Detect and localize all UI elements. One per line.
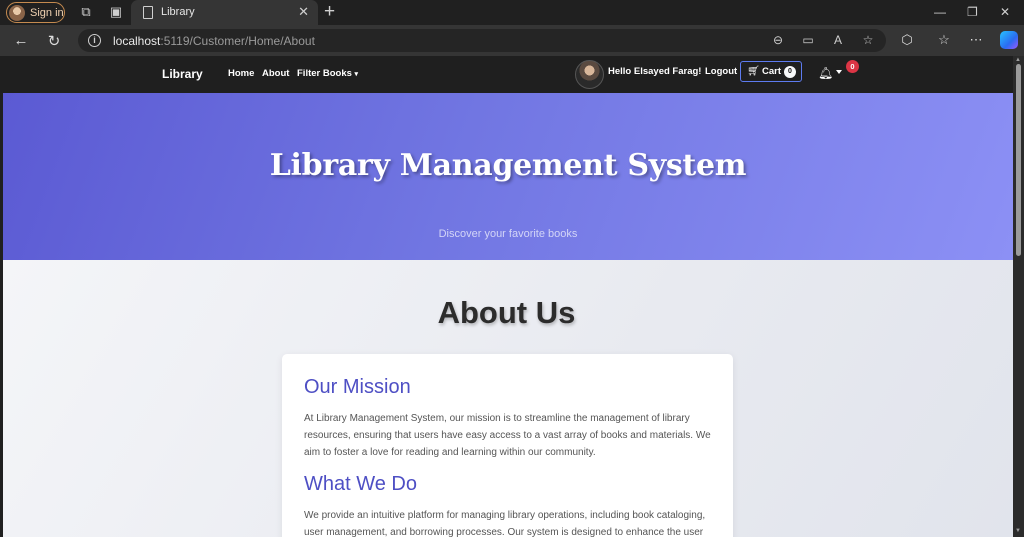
- window-close-icon[interactable]: ✕: [1000, 5, 1010, 19]
- whatwedo-text: We provide an intuitive platform for man…: [304, 510, 706, 537]
- signin-button[interactable]: Sign in: [6, 2, 65, 23]
- new-tab-icon[interactable]: +: [324, 1, 335, 23]
- back-icon[interactable]: ←: [12, 32, 30, 49]
- signin-label: Sign in: [30, 6, 64, 19]
- address-toolbar: ← ↻ i localhost:5119/Customer/Home/About…: [0, 25, 1024, 56]
- browser-titlebar: Sign in ⧉ ▣ Library ✕ + — ❐ ✕: [0, 0, 1024, 25]
- page-icon: [143, 6, 153, 19]
- whatwedo-heading: What We Do: [304, 473, 417, 495]
- about-section: About Us Our Mission At Library Manageme…: [3, 260, 1013, 537]
- cart-icon: 🛒︎: [747, 66, 760, 77]
- url-path: :5119/Customer/Home/About: [160, 34, 315, 48]
- nav-filter-books[interactable]: Filter Books ▾: [297, 68, 358, 79]
- favorite-star-icon[interactable]: ☆: [860, 33, 876, 47]
- logout-link[interactable]: Logout: [705, 66, 737, 77]
- copilot-icon[interactable]: [1000, 31, 1018, 49]
- about-card: Our Mission At Library Management System…: [282, 354, 733, 537]
- profile-avatar-icon: [9, 4, 25, 21]
- hero-subtitle: Discover your favorite books: [438, 228, 578, 240]
- minimize-icon[interactable]: —: [934, 5, 946, 19]
- zoom-icon[interactable]: ⊖: [770, 33, 786, 47]
- read-aloud-icon[interactable]: A: [830, 33, 846, 47]
- restore-icon[interactable]: ❐: [967, 5, 978, 19]
- cart-count-badge: 0: [784, 66, 796, 78]
- cart-label: Cart: [762, 66, 782, 77]
- nav-filter-books-label: Filter Books: [297, 68, 352, 79]
- notifications-dropdown-caret[interactable]: [836, 70, 842, 74]
- reader-view-icon[interactable]: ▭: [800, 33, 816, 47]
- bell-icon[interactable]: 🔔︎: [818, 66, 833, 80]
- brand-link[interactable]: Library: [162, 67, 203, 81]
- page-viewport: Library Home About Filter Books ▾ Hello …: [0, 56, 1013, 537]
- workspaces-icon[interactable]: ⧉: [78, 4, 94, 20]
- scroll-down-icon[interactable]: ▼: [1015, 528, 1021, 534]
- tab-actions-icon[interactable]: ▣: [108, 4, 124, 20]
- scroll-up-icon[interactable]: ▲: [1015, 57, 1021, 63]
- page-scrollbar[interactable]: ▲ ▼: [1013, 56, 1024, 537]
- nav-about[interactable]: About: [262, 68, 289, 79]
- mission-text: At Library Management System, our missio…: [304, 413, 711, 458]
- nav-home[interactable]: Home: [228, 68, 254, 79]
- refresh-icon[interactable]: ↻: [45, 32, 63, 50]
- extensions-icon[interactable]: ⬡: [898, 32, 916, 48]
- url-bar[interactable]: i localhost:5119/Customer/Home/About ⊖ ▭…: [78, 29, 886, 52]
- user-greeting: Hello Elsayed Farag!: [608, 66, 702, 77]
- close-tab-icon[interactable]: ✕: [298, 4, 309, 20]
- url-host: localhost: [113, 34, 161, 48]
- chevron-down-icon: ▾: [354, 71, 359, 78]
- about-heading: About Us: [437, 295, 576, 330]
- url-text[interactable]: localhost:5119/Customer/Home/About: [113, 34, 315, 48]
- notification-count-badge: 0: [846, 60, 859, 73]
- site-info-icon[interactable]: i: [88, 34, 101, 47]
- hero-banner: Library Management System Discover your …: [3, 93, 1013, 260]
- tab-title: Library: [161, 6, 195, 18]
- favorites-icon[interactable]: ☆: [935, 32, 953, 48]
- scrollbar-thumb[interactable]: [1016, 64, 1021, 256]
- hero-title: Library Management System: [269, 148, 747, 183]
- cart-button[interactable]: 🛒︎ Cart 0: [740, 61, 802, 82]
- site-navbar: Library Home About Filter Books ▾ Hello …: [0, 56, 1013, 93]
- mission-heading: Our Mission: [304, 376, 411, 398]
- more-menu-icon[interactable]: ⋯: [967, 32, 985, 48]
- user-avatar: [575, 60, 604, 89]
- tab-library[interactable]: Library ✕: [131, 0, 318, 25]
